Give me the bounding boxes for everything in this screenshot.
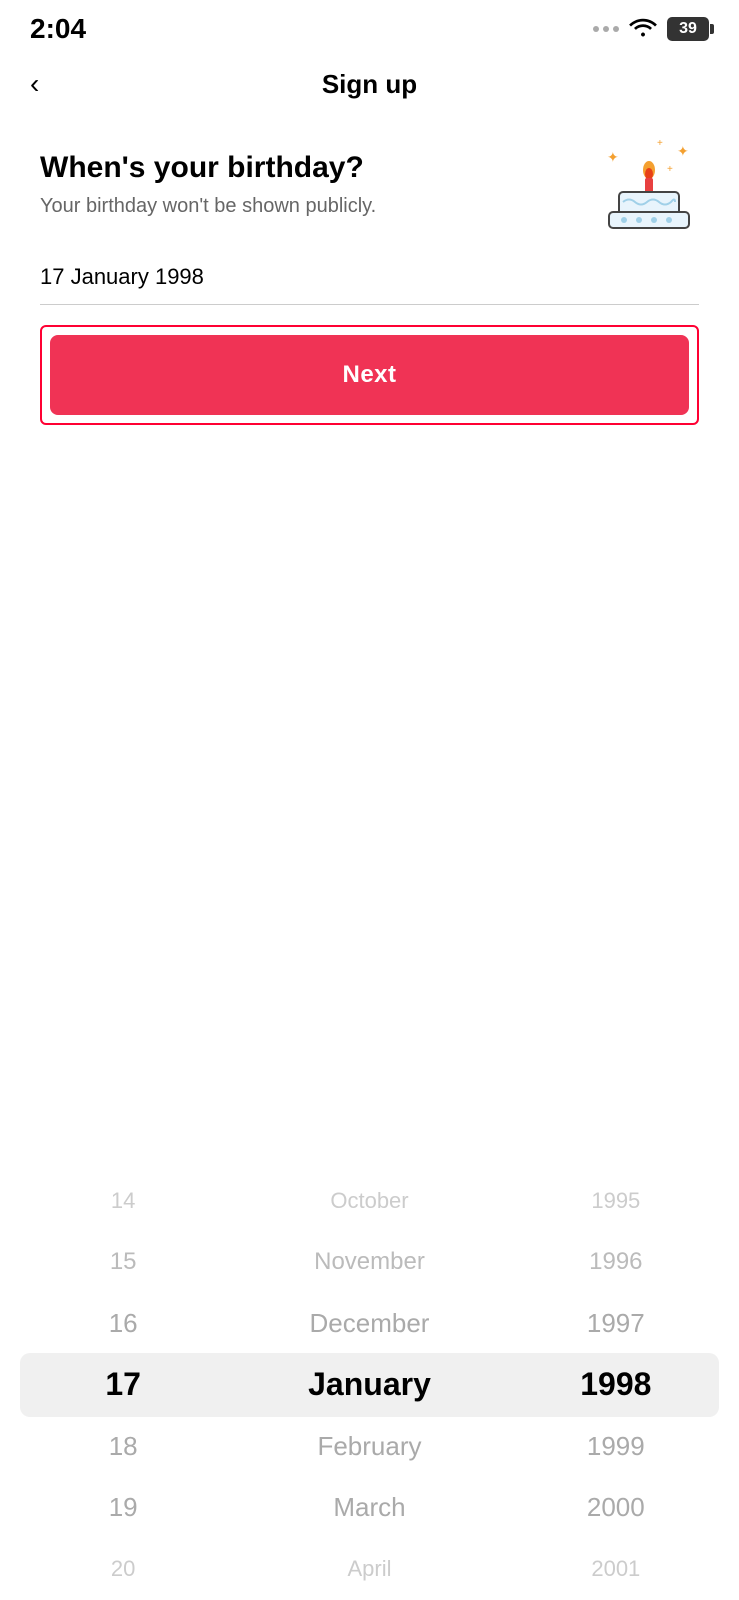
month-column[interactable]: October November December January Februa… [246,1170,492,1600]
wifi-icon [629,15,657,43]
day-column[interactable]: 14 15 16 17 18 19 20 [0,1170,246,1600]
next-button[interactable]: Next [50,335,689,415]
birthday-header: When's your birthday? Your birthday won'… [40,134,699,234]
picker-item: October [246,1170,492,1231]
picker-item-selected: January [246,1354,492,1415]
next-button-wrapper: Next [40,325,699,425]
picker-item: December [246,1293,492,1354]
picker-item: 1995 [493,1170,739,1231]
picker-item: 1996 [493,1231,739,1292]
picker-item: 20 [0,1539,246,1600]
picker-item: 2000 [493,1477,739,1538]
page-title: Sign up [322,69,417,100]
picker-item: 1997 [493,1293,739,1354]
picker-item: 18 [0,1416,246,1477]
svg-text:✦: ✦ [677,143,689,159]
battery-icon: 39 [667,17,709,41]
picker-item: 14 [0,1170,246,1231]
picker-item-selected: 17 [0,1354,246,1415]
picker-columns: 14 15 16 17 18 19 20 October November De… [0,1170,739,1600]
picker-item: 15 [0,1231,246,1292]
picker-item: November [246,1231,492,1292]
svg-text:✦: ✦ [607,149,619,165]
picker-item: 19 [0,1477,246,1538]
birthday-subtitle: Your birthday won't be shown publicly. [40,195,376,218]
date-display: 17 January 1998 [40,264,699,305]
status-icons: 39 [593,15,709,43]
birthday-text: When's your birthday? Your birthday won'… [40,151,376,218]
cake-icon: ✦ + ✦ + [599,134,699,234]
nav-bar: ‹ Sign up [0,54,739,114]
picker-item: April [246,1539,492,1600]
birthday-question: When's your birthday? [40,151,376,185]
svg-text:+: + [667,164,673,175]
main-content: When's your birthday? Your birthday won'… [0,114,739,425]
status-time: 2:04 [30,13,86,45]
picker-item-selected: 1998 [493,1354,739,1415]
status-bar: 2:04 39 [0,0,739,54]
picker-item: 16 [0,1293,246,1354]
date-picker[interactable]: 14 15 16 17 18 19 20 October November De… [0,1170,739,1600]
picker-item: 2001 [493,1539,739,1600]
picker-item: February [246,1416,492,1477]
picker-item: March [246,1477,492,1538]
signal-icon [593,26,619,32]
year-column[interactable]: 1995 1996 1997 1998 1999 2000 2001 [493,1170,739,1600]
svg-text:+: + [657,138,663,149]
back-button[interactable]: ‹ [30,68,39,100]
picker-item: 1999 [493,1416,739,1477]
